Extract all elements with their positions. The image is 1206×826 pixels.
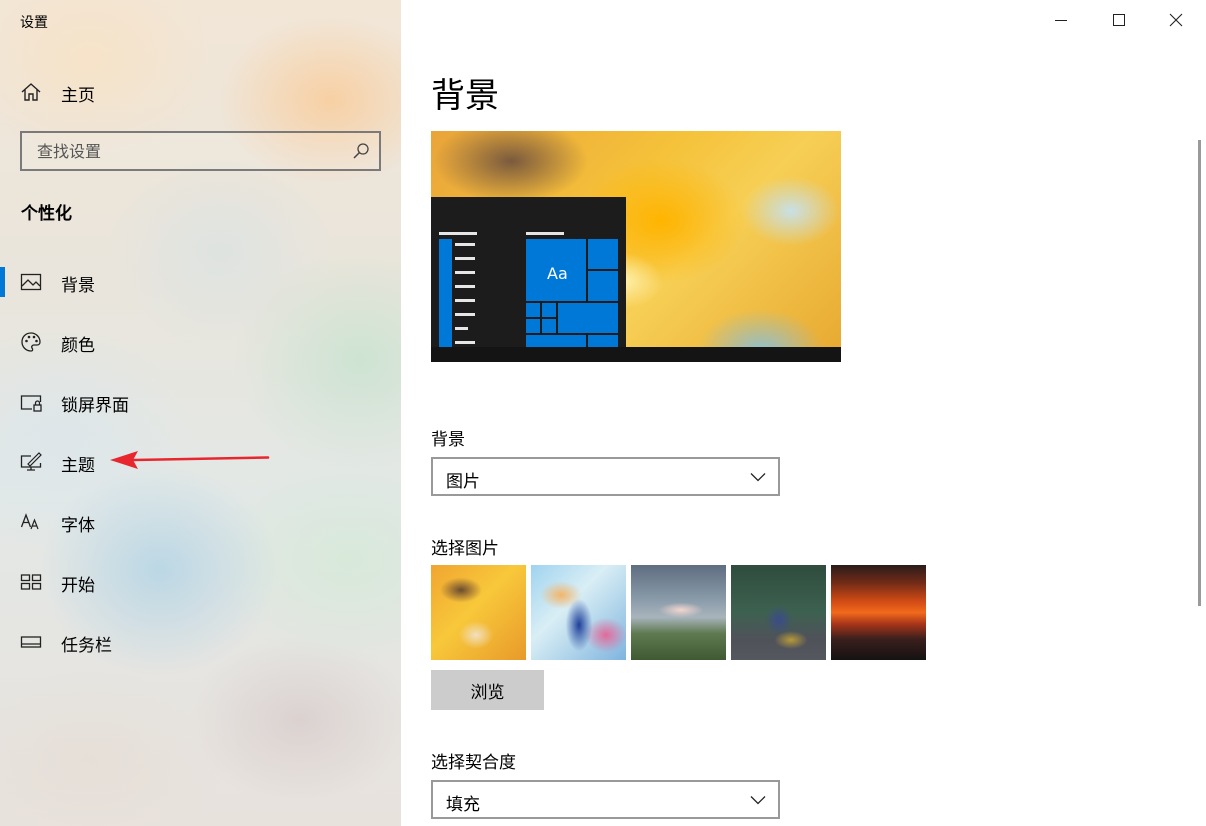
sidebar-item-fonts[interactable]: 字体 xyxy=(0,498,401,546)
browse-button[interactable]: 浏览 xyxy=(431,670,544,710)
close-icon xyxy=(1169,13,1183,27)
background-dropdown[interactable]: 图片 xyxy=(431,457,780,496)
preview-app-column xyxy=(439,239,452,347)
home-label: 主页 xyxy=(61,86,95,106)
sidebar-item-label: 锁屏界面 xyxy=(61,396,129,416)
chevron-down-icon xyxy=(750,473,766,482)
preview-menu-bar xyxy=(455,299,475,302)
minimize-icon xyxy=(1055,20,1067,21)
main-content: 背景 Aa 背景 图片 选择图片 浏览 选择契合度 填充 xyxy=(401,0,1206,826)
sidebar-item-label: 主题 xyxy=(61,456,95,476)
preview-start-menu: Aa xyxy=(431,197,626,347)
preview-tile-label: Aa xyxy=(547,264,568,283)
sidebar-item-color[interactable]: 颜色 xyxy=(0,318,401,366)
thumbnail-blue-art[interactable] xyxy=(531,565,626,660)
background-label: 背景 xyxy=(431,430,465,450)
sidebar-item-label: 背景 xyxy=(61,276,95,296)
fit-dropdown[interactable]: 填充 xyxy=(431,780,780,819)
page-title: 背景 xyxy=(431,76,499,116)
preview-tile xyxy=(588,271,618,301)
sidebar-item-label: 开始 xyxy=(61,576,95,596)
preview-tile xyxy=(588,239,618,269)
sidebar: 设置 主页 个性化 背景 颜色 xyxy=(0,0,401,826)
thumbnail-cloud-field[interactable] xyxy=(631,565,726,660)
close-button[interactable] xyxy=(1148,0,1206,42)
choose-picture-label: 选择图片 xyxy=(431,539,499,559)
thumbnail-yellow-art[interactable] xyxy=(431,565,526,660)
maximize-button[interactable] xyxy=(1091,0,1149,42)
preview-menu-bar xyxy=(455,327,468,330)
annotation-arrow xyxy=(110,451,270,469)
selected-indicator xyxy=(0,267,5,297)
maximize-icon xyxy=(1113,14,1125,26)
sidebar-item-label: 字体 xyxy=(61,516,95,536)
preview-menu-bar xyxy=(455,257,475,260)
app-title: 设置 xyxy=(20,15,48,31)
sidebar-item-lock-screen[interactable]: 锁屏界面 xyxy=(0,378,401,426)
home-icon xyxy=(21,83,41,101)
minimize-button[interactable] xyxy=(1033,0,1091,42)
preview-menu-bar xyxy=(455,285,475,288)
picture-icon xyxy=(20,273,42,291)
chevron-down-icon xyxy=(750,796,766,805)
sidebar-item-taskbar[interactable]: 任务栏 xyxy=(0,618,401,666)
search-input[interactable] xyxy=(22,133,379,169)
thumbnail-sunset[interactable] xyxy=(831,565,926,660)
preview-menu-bar xyxy=(526,232,564,235)
section-title: 个性化 xyxy=(21,204,72,224)
sidebar-item-label: 任务栏 xyxy=(61,636,112,656)
preview-menu-bar xyxy=(439,232,477,235)
preview-tile xyxy=(542,319,556,333)
preview-tile xyxy=(588,335,618,347)
sidebar-item-background[interactable]: 背景 xyxy=(0,258,401,306)
sidebar-item-label: 颜色 xyxy=(61,336,95,356)
search-box[interactable] xyxy=(20,131,381,171)
fit-dropdown-value: 填充 xyxy=(446,795,480,815)
preview-tile xyxy=(526,303,540,317)
preview-tile xyxy=(542,303,556,317)
search-icon[interactable] xyxy=(352,142,370,160)
preview-taskbar xyxy=(431,347,841,362)
font-icon xyxy=(20,513,39,530)
preview-menu-bar xyxy=(455,313,475,316)
start-grid-icon xyxy=(20,574,42,590)
fit-label: 选择契合度 xyxy=(431,753,516,773)
preview-tile xyxy=(526,335,586,347)
scrollbar[interactable] xyxy=(1198,140,1201,606)
palette-icon xyxy=(21,332,41,352)
thumbnail-stitch[interactable] xyxy=(731,565,826,660)
preview-menu-bar xyxy=(455,341,475,344)
preview-menu-bar xyxy=(455,243,475,246)
background-preview: Aa xyxy=(431,131,841,362)
home-link[interactable]: 主页 xyxy=(0,72,401,112)
taskbar-icon xyxy=(20,636,42,648)
background-dropdown-value: 图片 xyxy=(446,472,480,492)
preview-menu-bar xyxy=(455,271,475,274)
sidebar-item-start[interactable]: 开始 xyxy=(0,558,401,606)
preview-tile xyxy=(558,303,618,333)
theme-brush-icon xyxy=(20,452,42,471)
lock-screen-icon xyxy=(20,395,42,412)
preview-tile xyxy=(526,319,540,333)
